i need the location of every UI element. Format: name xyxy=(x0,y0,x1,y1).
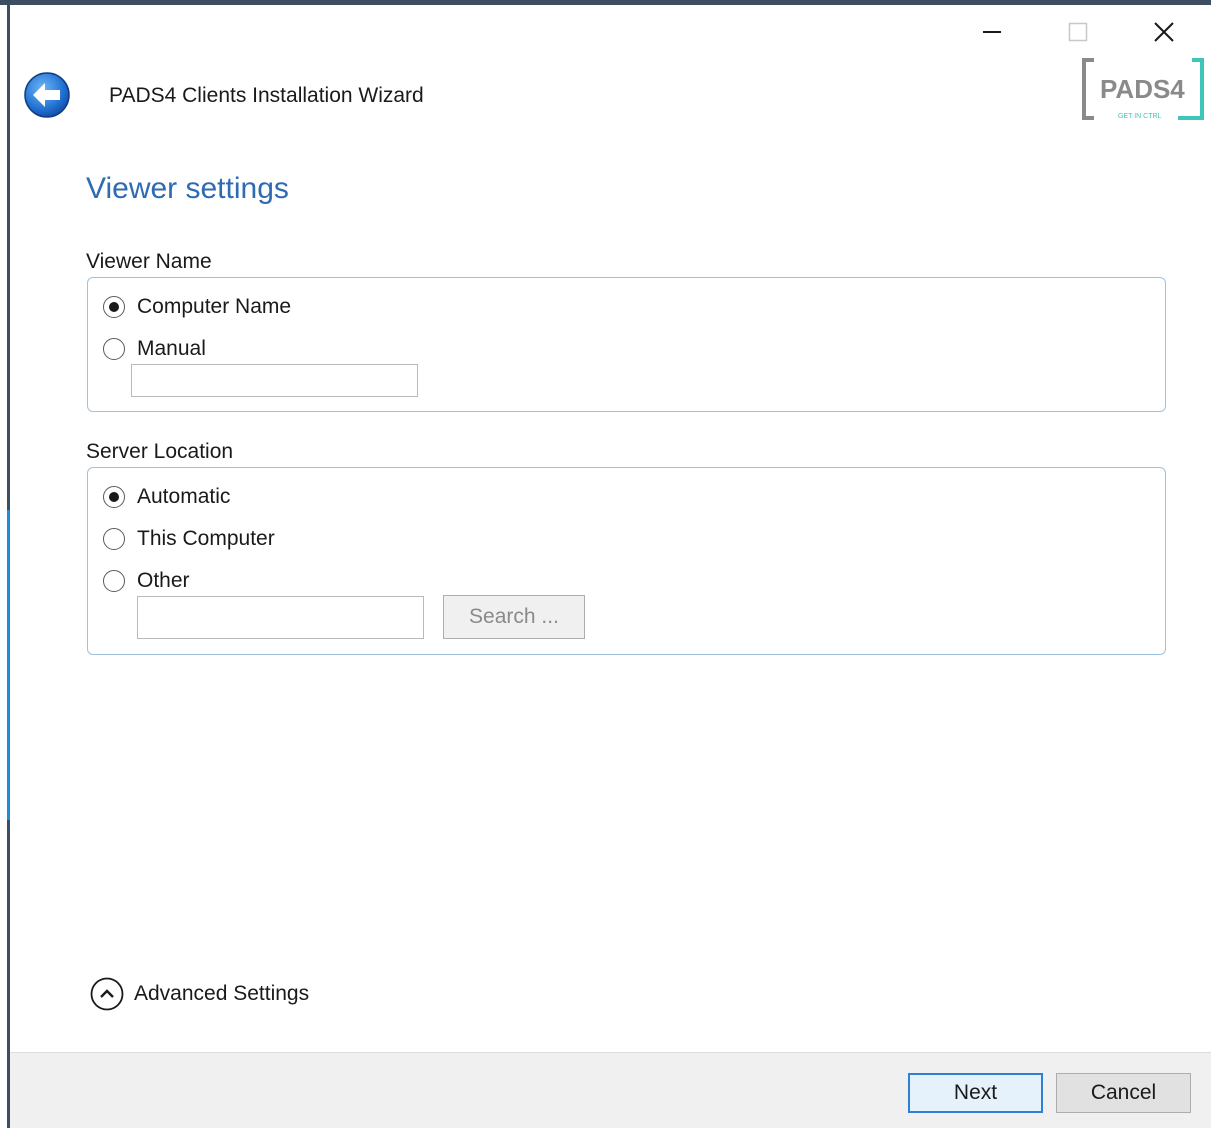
radio-label-other: Other xyxy=(137,569,190,592)
wizard-title: PADS4 Clients Installation Wizard xyxy=(109,84,424,107)
advanced-settings-label: Advanced Settings xyxy=(134,982,310,1005)
radio-indicator[interactable] xyxy=(103,486,125,508)
radio-computer-name[interactable]: Computer Name xyxy=(103,292,291,322)
radio-indicator[interactable] xyxy=(103,338,125,360)
close-icon xyxy=(1154,22,1174,42)
other-server-input[interactable] xyxy=(137,596,424,639)
radio-label-manual: Manual xyxy=(137,337,206,360)
cancel-button[interactable]: Cancel xyxy=(1056,1073,1191,1113)
radio-other[interactable]: Other xyxy=(103,566,190,596)
logo-tagline: GET IN CTRL xyxy=(1118,113,1162,120)
chevron-up-icon xyxy=(90,977,124,1011)
maximize-icon xyxy=(1068,22,1088,42)
radio-this-computer[interactable]: This Computer xyxy=(103,524,275,554)
radio-label-this-computer: This Computer xyxy=(137,527,275,550)
logo-text: PADS4 xyxy=(1100,74,1185,104)
window-left-border xyxy=(7,0,10,1128)
search-button[interactable]: Search ... xyxy=(443,595,585,639)
pads4-logo: PADS4 GET IN CTRL xyxy=(1080,56,1208,124)
minimize-icon xyxy=(983,31,1001,33)
close-button[interactable] xyxy=(1141,14,1187,50)
window-top-border xyxy=(0,0,1211,5)
manual-name-input[interactable] xyxy=(131,364,418,397)
radio-manual[interactable]: Manual xyxy=(103,334,206,364)
radio-indicator[interactable] xyxy=(103,528,125,550)
page-title: Viewer settings xyxy=(86,172,289,205)
radio-indicator[interactable] xyxy=(103,570,125,592)
advanced-settings-toggle[interactable]: Advanced Settings xyxy=(90,977,309,1011)
maximize-button[interactable] xyxy=(1055,14,1101,50)
radio-label-computer-name: Computer Name xyxy=(137,295,292,318)
next-button[interactable]: Next xyxy=(908,1073,1043,1113)
window-accent-stripe xyxy=(7,510,10,820)
viewer-name-label: Viewer Name xyxy=(86,250,212,273)
radio-automatic[interactable]: Automatic xyxy=(103,482,230,512)
server-location-label: Server Location xyxy=(86,440,234,463)
radio-indicator[interactable] xyxy=(103,296,125,318)
minimize-button[interactable] xyxy=(969,14,1015,50)
radio-label-automatic: Automatic xyxy=(137,485,231,508)
back-arrow-icon xyxy=(24,72,70,118)
back-button[interactable] xyxy=(22,70,72,120)
